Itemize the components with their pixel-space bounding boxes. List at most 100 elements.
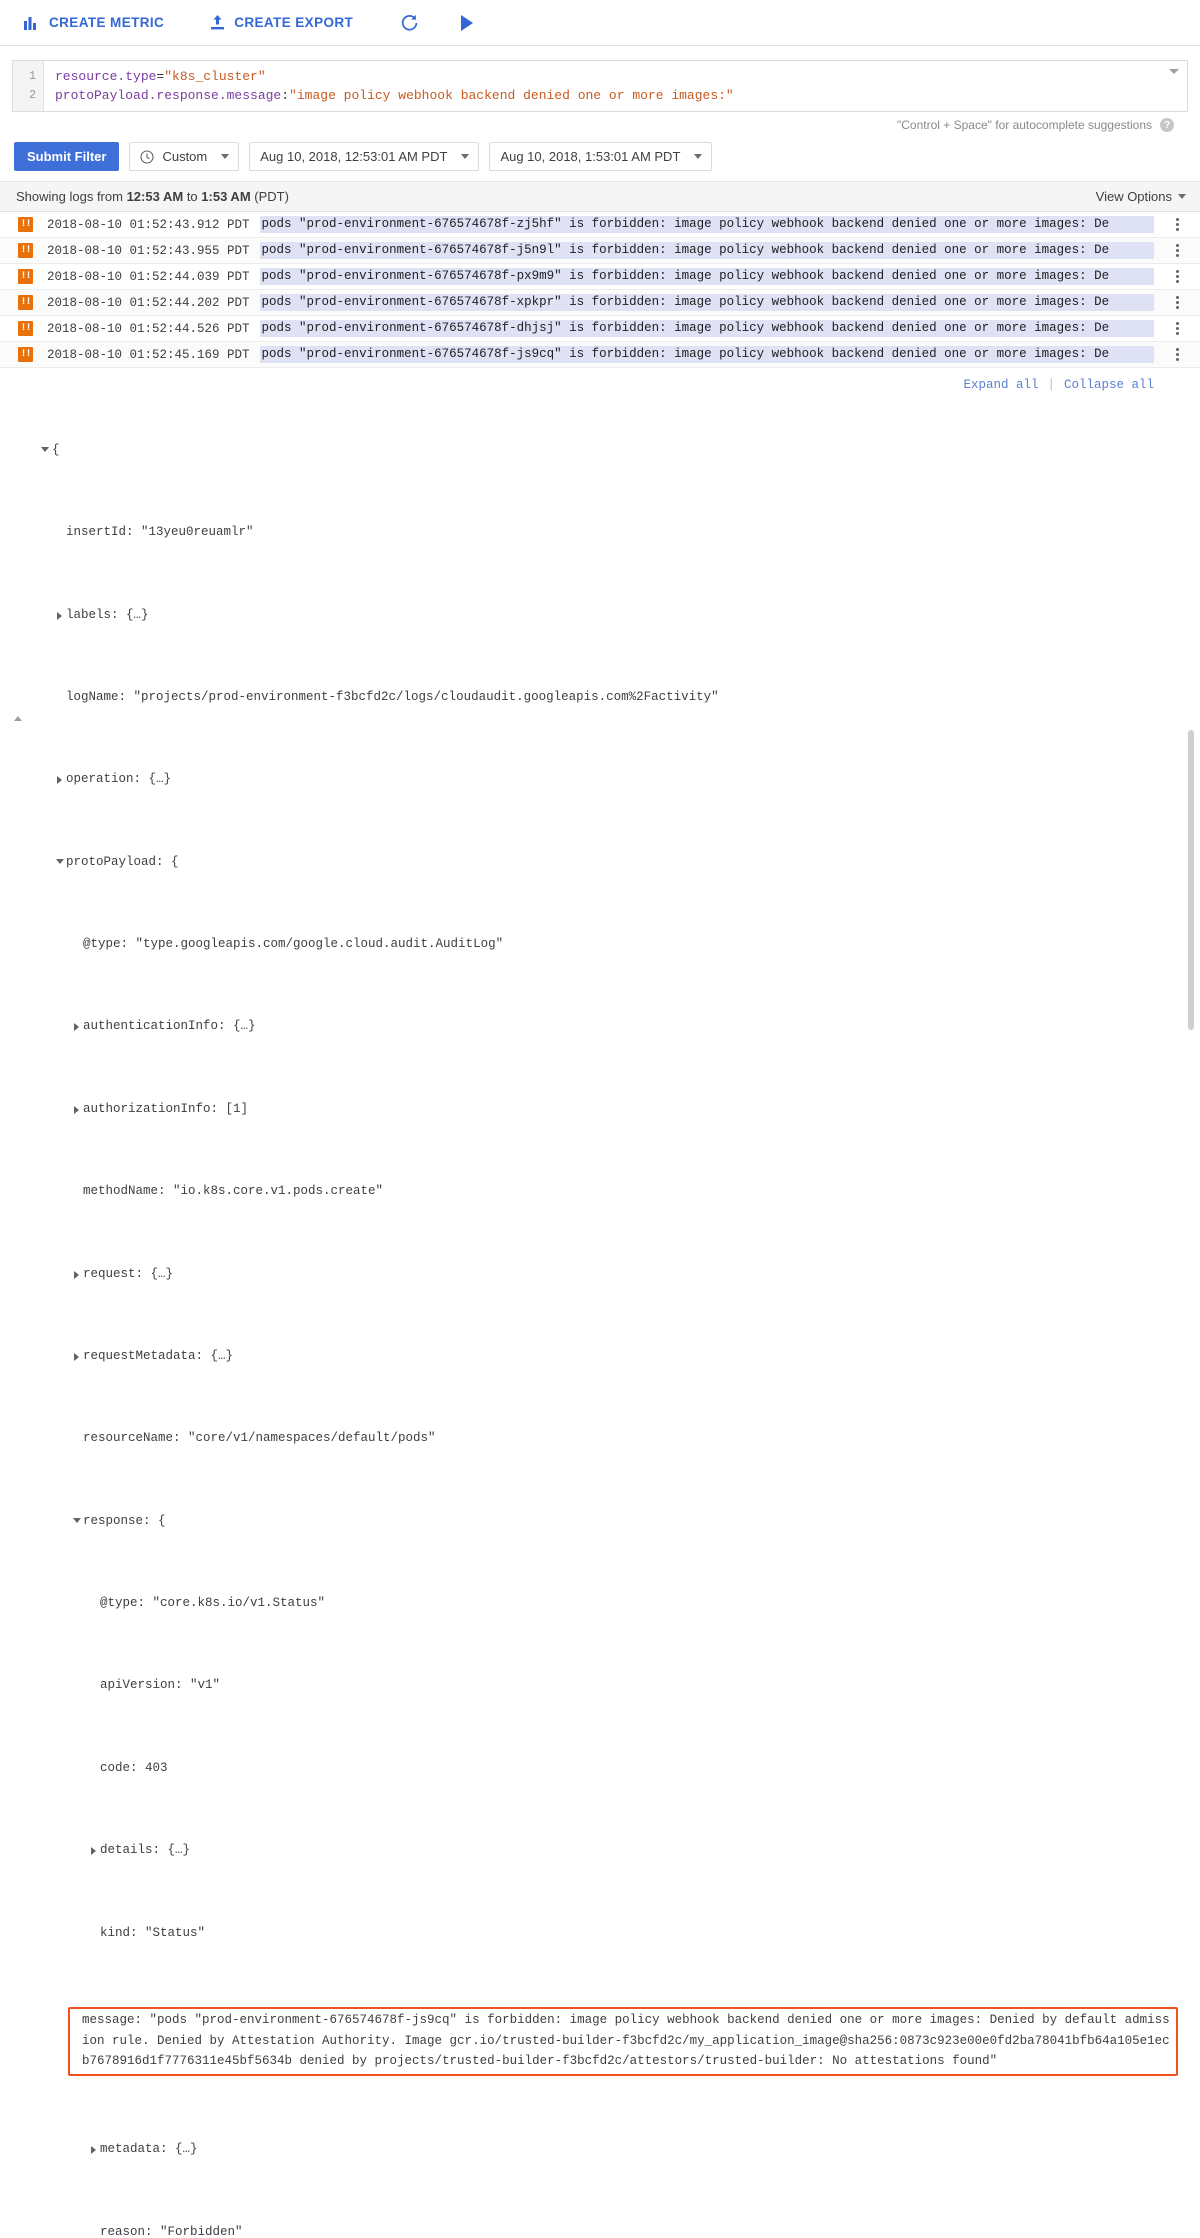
- start-time-value: Aug 10, 2018, 12:53:01 AM PDT: [260, 149, 448, 164]
- line-number-gutter: 1 2: [13, 61, 44, 111]
- table-row[interactable]: !! 2018-08-10 01:52:43.912 PDT pods "pro…: [0, 212, 1200, 238]
- play-button[interactable]: [459, 14, 475, 32]
- showing-prefix: Showing logs from: [16, 189, 123, 204]
- json-text: insertId: "13yeu0reuamlr": [66, 525, 254, 540]
- create-metric-label: CREATE METRIC: [49, 15, 165, 30]
- triangle-closed-icon[interactable]: [74, 1105, 79, 1114]
- collapse-row-caret-icon[interactable]: [14, 716, 22, 721]
- table-row-expanded[interactable]: !! 2018-08-10 01:52:45.169 PDT pods "pro…: [0, 342, 1200, 368]
- line-number-2: 2: [29, 89, 36, 102]
- log-message: pods "prod-environment-676574678f-xpkpr"…: [259, 294, 1154, 311]
- table-row[interactable]: !! 2018-08-10 01:52:43.955 PDT pods "pro…: [0, 238, 1200, 264]
- json-metadata[interactable]: metadata: {…}: [26, 2139, 1180, 2160]
- detail-scrollbar[interactable]: [1188, 730, 1194, 1030]
- json-pp-type: @type: "type.googleapis.com/google.cloud…: [26, 934, 1180, 955]
- json-text: @type: "core.k8s.io/v1.Status": [100, 1596, 326, 1611]
- json-text: reason: "Forbidden": [100, 2224, 243, 2238]
- kebab-menu-icon: [1175, 296, 1179, 309]
- submit-filter-button[interactable]: Submit Filter: [14, 142, 120, 171]
- clock-icon: [140, 149, 155, 164]
- table-row[interactable]: !! 2018-08-10 01:52:44.526 PDT pods "pro…: [0, 316, 1200, 342]
- query-op-2: :: [281, 88, 290, 103]
- triangle-closed-icon[interactable]: [57, 611, 62, 620]
- triangle-open-icon[interactable]: [56, 858, 64, 864]
- refresh-icon: [399, 12, 421, 34]
- json-response-type: @type: "core.k8s.io/v1.Status": [26, 1593, 1180, 1614]
- showing-logs-bar: Showing logs from 12:53 AM to 1:53 AM (P…: [0, 181, 1200, 212]
- table-row[interactable]: !! 2018-08-10 01:52:44.202 PDT pods "pro…: [0, 290, 1200, 316]
- kebab-menu-icon: [1175, 270, 1179, 283]
- upload-icon: [210, 14, 225, 31]
- json-authentication-info[interactable]: authenticationInfo: {…}: [26, 1016, 1180, 1037]
- row-menu-button[interactable]: [1154, 270, 1200, 283]
- json-operation[interactable]: operation: {…}: [26, 769, 1180, 790]
- create-metric-button[interactable]: CREATE METRIC: [24, 15, 164, 30]
- json-text: resourceName: "core/v1/namespaces/defaul…: [83, 1431, 436, 1446]
- triangle-open-icon[interactable]: [41, 446, 49, 452]
- json-text: apiVersion: "v1": [100, 1678, 221, 1693]
- json-request-metadata[interactable]: requestMetadata: {…}: [26, 1346, 1180, 1367]
- log-timestamp: 2018-08-10 01:52:44.202 PDT: [47, 295, 250, 310]
- row-menu-button[interactable]: [1154, 322, 1200, 335]
- kebab-menu-icon: [1175, 322, 1179, 335]
- row-menu-button[interactable]: [1154, 218, 1200, 231]
- create-export-label: CREATE EXPORT: [234, 15, 354, 30]
- triangle-closed-icon[interactable]: [74, 1270, 79, 1279]
- json-proto-payload[interactable]: protoPayload: {: [26, 852, 1180, 873]
- triangle-closed-icon[interactable]: [74, 1352, 79, 1361]
- kebab-menu-icon: [1175, 218, 1179, 231]
- kebab-menu-icon: [1175, 244, 1179, 257]
- log-message: pods "prod-environment-676574678f-zj5hf"…: [259, 216, 1154, 233]
- end-time-select[interactable]: Aug 10, 2018, 1:53:01 AM PDT: [489, 142, 713, 171]
- line-number-1: 1: [29, 70, 36, 83]
- json-text: code: 403: [100, 1760, 168, 1775]
- triangle-closed-icon[interactable]: [91, 2146, 96, 2155]
- json-text: metadata: {…}: [100, 2142, 198, 2157]
- query-line-2: protoPayload.response.message:"image pol…: [55, 86, 1163, 105]
- collapse-all-link[interactable]: Collapse all: [1064, 378, 1154, 392]
- time-range-mode-select[interactable]: Custom: [129, 142, 240, 171]
- log-message: pods "prod-environment-676574678f-j5n9l"…: [259, 242, 1154, 259]
- triangle-closed-icon[interactable]: [57, 776, 62, 785]
- create-export-button[interactable]: CREATE EXPORT: [210, 14, 354, 31]
- log-message: pods "prod-environment-676574678f-dhjsj"…: [259, 320, 1154, 337]
- kebab-menu-icon: [1175, 348, 1179, 361]
- chevron-down-icon: [1178, 194, 1186, 199]
- top-toolbar: CREATE METRIC CREATE EXPORT: [0, 0, 1200, 46]
- highlighted-message-callout: message: "pods "prod-environment-6765746…: [68, 2006, 1178, 2076]
- log-message: pods "prod-environment-676574678f-px9m9"…: [259, 268, 1154, 285]
- time-range-mode-value: Custom: [162, 149, 208, 164]
- refresh-button[interactable]: [399, 12, 421, 34]
- row-menu-button[interactable]: [1154, 348, 1200, 361]
- query-field-2: protoPayload.response.message: [55, 88, 282, 103]
- json-details[interactable]: details: {…}: [26, 1840, 1180, 1861]
- triangle-closed-icon[interactable]: [74, 1023, 79, 1032]
- triangle-closed-icon[interactable]: [91, 1847, 96, 1856]
- json-text: operation: {…}: [66, 772, 172, 787]
- autocomplete-hint-text: "Control + Space" for autocomplete sugge…: [897, 118, 1152, 132]
- json-request[interactable]: request: {…}: [26, 1264, 1180, 1285]
- json-response[interactable]: response: {: [26, 1511, 1180, 1532]
- row-menu-button[interactable]: [1154, 244, 1200, 257]
- start-time-select[interactable]: Aug 10, 2018, 12:53:01 AM PDT: [249, 142, 480, 171]
- query-code-area[interactable]: resource.type="k8s_cluster" protoPayload…: [44, 61, 1187, 111]
- play-icon: [459, 14, 475, 32]
- expand-all-link[interactable]: Expand all: [963, 378, 1038, 392]
- json-text: requestMetadata: {…}: [83, 1348, 234, 1363]
- json-labels[interactable]: labels: {…}: [26, 605, 1180, 626]
- view-options-button[interactable]: View Options: [1096, 189, 1186, 204]
- view-options-label: View Options: [1095, 189, 1172, 204]
- table-row[interactable]: !! 2018-08-10 01:52:44.039 PDT pods "pro…: [0, 264, 1200, 290]
- triangle-open-icon[interactable]: [73, 1517, 81, 1523]
- filter-bar: Submit Filter Custom Aug 10, 2018, 12:53…: [0, 132, 1200, 181]
- help-icon[interactable]: ?: [1160, 118, 1174, 132]
- chevron-down-icon[interactable]: [1169, 69, 1179, 74]
- row-menu-button[interactable]: [1154, 296, 1200, 309]
- json-text: protoPayload: {: [66, 854, 179, 869]
- query-editor[interactable]: 1 2 resource.type="k8s_cluster" protoPay…: [12, 60, 1188, 112]
- log-timestamp: 2018-08-10 01:52:44.526 PDT: [47, 321, 250, 336]
- json-method-name: methodName: "io.k8s.core.v1.pods.create": [26, 1181, 1180, 1202]
- json-authorization-info[interactable]: authorizationInfo: [1]: [26, 1099, 1180, 1120]
- showing-from-time: 12:53 AM: [126, 189, 184, 204]
- query-editor-section: 1 2 resource.type="k8s_cluster" protoPay…: [0, 46, 1200, 132]
